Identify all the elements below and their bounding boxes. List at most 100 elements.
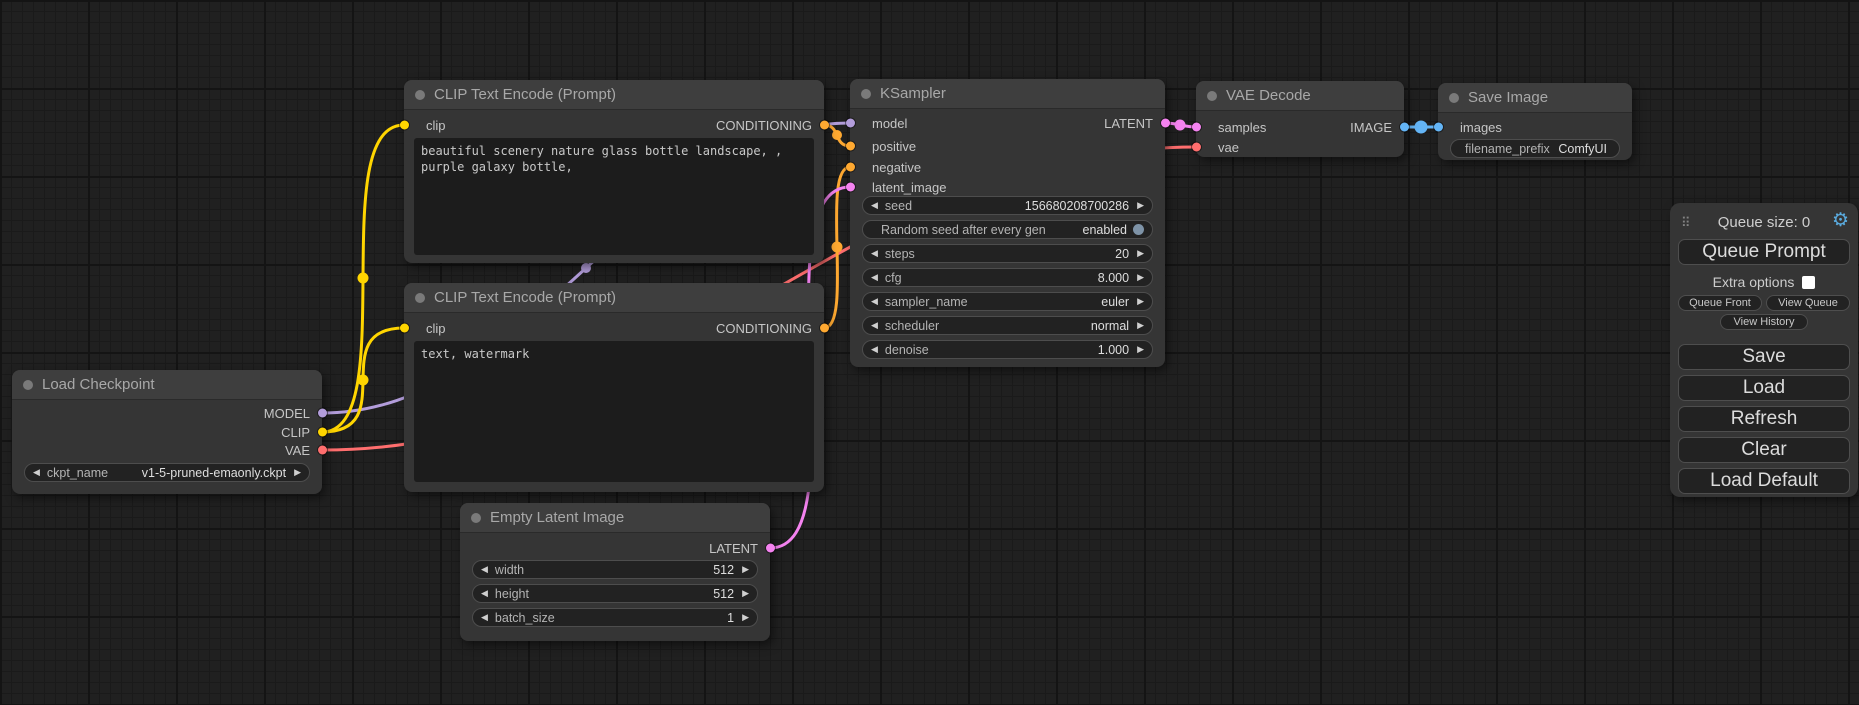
latent-port-icon[interactable] [846,183,855,192]
conditioning-port-icon[interactable] [820,121,829,130]
widget-value: 512 [713,563,734,577]
decrement-arrow-icon[interactable]: ◀ [871,201,878,210]
increment-arrow-icon[interactable]: ▶ [742,589,749,598]
collapse-dot-icon[interactable] [1449,93,1459,103]
output-slot-vae: VAE [285,442,322,458]
vae-port-icon[interactable] [1192,143,1201,152]
increment-arrow-icon[interactable]: ▶ [1137,201,1144,210]
steps-widget[interactable]: ◀ steps 20 ▶ [862,244,1153,263]
input-slot-images: images [1438,119,1502,135]
latent-port-icon[interactable] [766,544,775,553]
node-title-bar[interactable]: Save Image [1438,83,1632,113]
width-widget[interactable]: ◀ width 512 ▶ [472,560,758,579]
collapse-dot-icon[interactable] [1207,91,1217,101]
input-slot-clip: clip [404,320,446,336]
drag-handle-icon[interactable]: ⠿ [1681,216,1691,229]
decrement-arrow-icon[interactable]: ◀ [871,321,878,330]
collapse-dot-icon[interactable] [415,293,425,303]
positive-prompt-textarea[interactable]: beautiful scenery nature glass bottle la… [414,138,814,255]
queue-size-label: Queue size: 0 [1670,214,1858,231]
output-label: IMAGE [1350,120,1392,135]
refresh-button[interactable]: Refresh [1678,406,1850,432]
clear-button[interactable]: Clear [1678,437,1850,463]
clip-port-icon[interactable] [318,428,327,437]
save-button[interactable]: Save [1678,344,1850,370]
node-save-image[interactable]: Save Image images filename_prefix ComfyU… [1438,83,1632,160]
node-empty-latent-image[interactable]: Empty Latent Image LATENT ◀ width 512 ▶ … [460,503,770,641]
filename-prefix-widget[interactable]: filename_prefix ComfyUI [1450,139,1620,158]
increment-arrow-icon[interactable]: ▶ [742,613,749,622]
node-title: Save Image [1468,89,1548,106]
node-title-bar[interactable]: CLIP Text Encode (Prompt) [404,283,824,313]
sampler-name-widget[interactable]: ◀ sampler_name euler ▶ [862,292,1153,311]
increment-arrow-icon[interactable]: ▶ [294,468,301,477]
node-graph-canvas[interactable]: Load Checkpoint MODEL CLIP VAE ◀ ckpt_na… [0,0,1859,705]
conditioning-port-icon[interactable] [820,324,829,333]
negative-prompt-textarea[interactable]: text, watermark [414,341,814,482]
toggle-dot-icon[interactable] [1133,224,1144,235]
node-title: Empty Latent Image [490,509,624,526]
decrement-arrow-icon[interactable]: ◀ [871,345,878,354]
node-clip-text-encode-positive[interactable]: CLIP Text Encode (Prompt) clip CONDITION… [404,80,824,263]
load-button[interactable]: Load [1678,375,1850,401]
decrement-arrow-icon[interactable]: ◀ [871,297,878,306]
decrement-arrow-icon[interactable]: ◀ [33,468,40,477]
node-title: VAE Decode [1226,87,1311,104]
decrement-arrow-icon[interactable]: ◀ [481,589,488,598]
node-title-bar[interactable]: KSampler [850,79,1165,109]
image-port-icon[interactable] [1400,123,1409,132]
node-title-bar[interactable]: VAE Decode [1196,81,1404,111]
input-label: model [872,116,907,131]
decrement-arrow-icon[interactable]: ◀ [481,613,488,622]
batch-size-widget[interactable]: ◀ batch_size 1 ▶ [472,608,758,627]
extra-options-checkbox[interactable] [1802,276,1815,289]
model-port-icon[interactable] [846,119,855,128]
decrement-arrow-icon[interactable]: ◀ [481,565,488,574]
widget-label: ckpt_name [47,466,108,480]
random-seed-toggle-widget[interactable]: Random seed after every gen enabled [862,220,1153,239]
view-queue-button[interactable]: View Queue [1766,295,1850,311]
height-widget[interactable]: ◀ height 512 ▶ [472,584,758,603]
model-port-icon[interactable] [318,409,327,418]
collapse-dot-icon[interactable] [23,380,33,390]
load-default-button[interactable]: Load Default [1678,468,1850,494]
input-label: samples [1218,120,1266,135]
denoise-widget[interactable]: ◀ denoise 1.000 ▶ [862,340,1153,359]
image-port-icon[interactable] [1434,123,1443,132]
node-title-bar[interactable]: Empty Latent Image [460,503,770,533]
scheduler-widget[interactable]: ◀ scheduler normal ▶ [862,316,1153,335]
seed-widget[interactable]: ◀ seed 156680208700286 ▶ [862,196,1153,215]
view-history-button[interactable]: View History [1720,314,1808,330]
clip-port-icon[interactable] [400,324,409,333]
input-slot-clip: clip [404,117,446,133]
latent-port-icon[interactable] [1192,123,1201,132]
conditioning-port-icon[interactable] [846,163,855,172]
collapse-dot-icon[interactable] [415,90,425,100]
node-vae-decode[interactable]: VAE Decode samples IMAGE vae [1196,81,1404,157]
increment-arrow-icon[interactable]: ▶ [1137,297,1144,306]
node-ksampler[interactable]: KSampler model LATENT positive negative … [850,79,1165,367]
input-slot-positive: positive [850,138,916,154]
node-title-bar[interactable]: Load Checkpoint [12,370,322,400]
node-load-checkpoint[interactable]: Load Checkpoint MODEL CLIP VAE ◀ ckpt_na… [12,370,322,494]
conditioning-port-icon[interactable] [846,142,855,151]
settings-gear-icon[interactable]: ⚙ [1832,209,1849,232]
latent-port-icon[interactable] [1161,119,1170,128]
clip-port-icon[interactable] [400,121,409,130]
decrement-arrow-icon[interactable]: ◀ [871,249,878,258]
queue-front-button[interactable]: Queue Front [1678,295,1762,311]
increment-arrow-icon[interactable]: ▶ [1137,321,1144,330]
decrement-arrow-icon[interactable]: ◀ [871,273,878,282]
node-clip-text-encode-negative[interactable]: CLIP Text Encode (Prompt) clip CONDITION… [404,283,824,492]
increment-arrow-icon[interactable]: ▶ [742,565,749,574]
ckpt-name-widget[interactable]: ◀ ckpt_name v1-5-pruned-emaonly.ckpt ▶ [24,463,310,482]
collapse-dot-icon[interactable] [861,89,871,99]
queue-prompt-button[interactable]: Queue Prompt [1678,239,1850,265]
cfg-widget[interactable]: ◀ cfg 8.000 ▶ [862,268,1153,287]
increment-arrow-icon[interactable]: ▶ [1137,273,1144,282]
collapse-dot-icon[interactable] [471,513,481,523]
vae-port-icon[interactable] [318,446,327,455]
increment-arrow-icon[interactable]: ▶ [1137,249,1144,258]
node-title-bar[interactable]: CLIP Text Encode (Prompt) [404,80,824,110]
increment-arrow-icon[interactable]: ▶ [1137,345,1144,354]
